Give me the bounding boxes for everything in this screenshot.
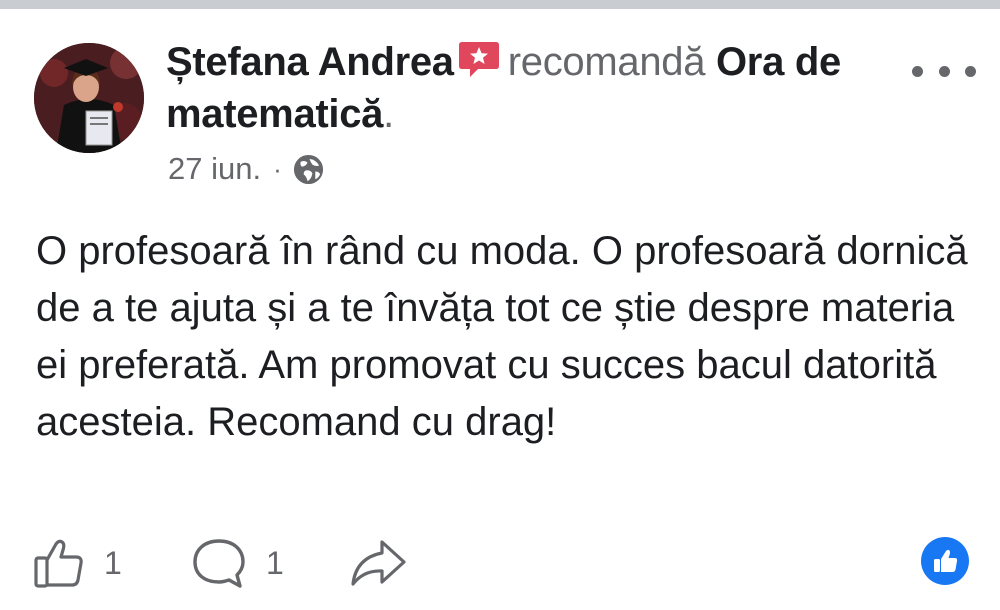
globe-icon[interactable] (292, 153, 325, 186)
like-button[interactable]: 1 (32, 528, 122, 598)
share-button[interactable] (348, 528, 408, 598)
recommendation-badge-icon (458, 39, 500, 79)
comment-bubble-icon (190, 535, 248, 591)
recommendation-post: Ștefana Andrea recomandă Ora de matematic… (0, 9, 1000, 610)
header-period: . (383, 92, 394, 136)
top-divider (0, 0, 1000, 9)
meta-separator: · (273, 153, 282, 184)
more-options-button[interactable] (912, 55, 976, 87)
post-meta: 27 iun. · (168, 149, 325, 189)
like-count: 1 (104, 544, 122, 581)
author-name[interactable]: Ștefana Andrea (166, 40, 454, 84)
post-actions: 1 1 (0, 528, 1000, 598)
post-header: Ștefana Andrea recomandă Ora de matematic… (166, 36, 886, 140)
more-dot-icon (912, 65, 923, 77)
share-arrow-icon (348, 536, 408, 590)
thumbs-up-icon (32, 536, 86, 590)
like-reaction-icon[interactable] (921, 537, 969, 585)
comment-count: 1 (266, 544, 284, 581)
more-dot-icon (938, 65, 950, 77)
post-date[interactable]: 27 iun. (168, 151, 261, 187)
comment-button[interactable]: 1 (190, 528, 284, 598)
more-dot-icon (965, 65, 976, 77)
post-body: O profesoară în rând cu moda. O profesoa… (36, 229, 968, 444)
action-verb: recomandă (507, 40, 706, 84)
avatar[interactable] (34, 43, 144, 153)
